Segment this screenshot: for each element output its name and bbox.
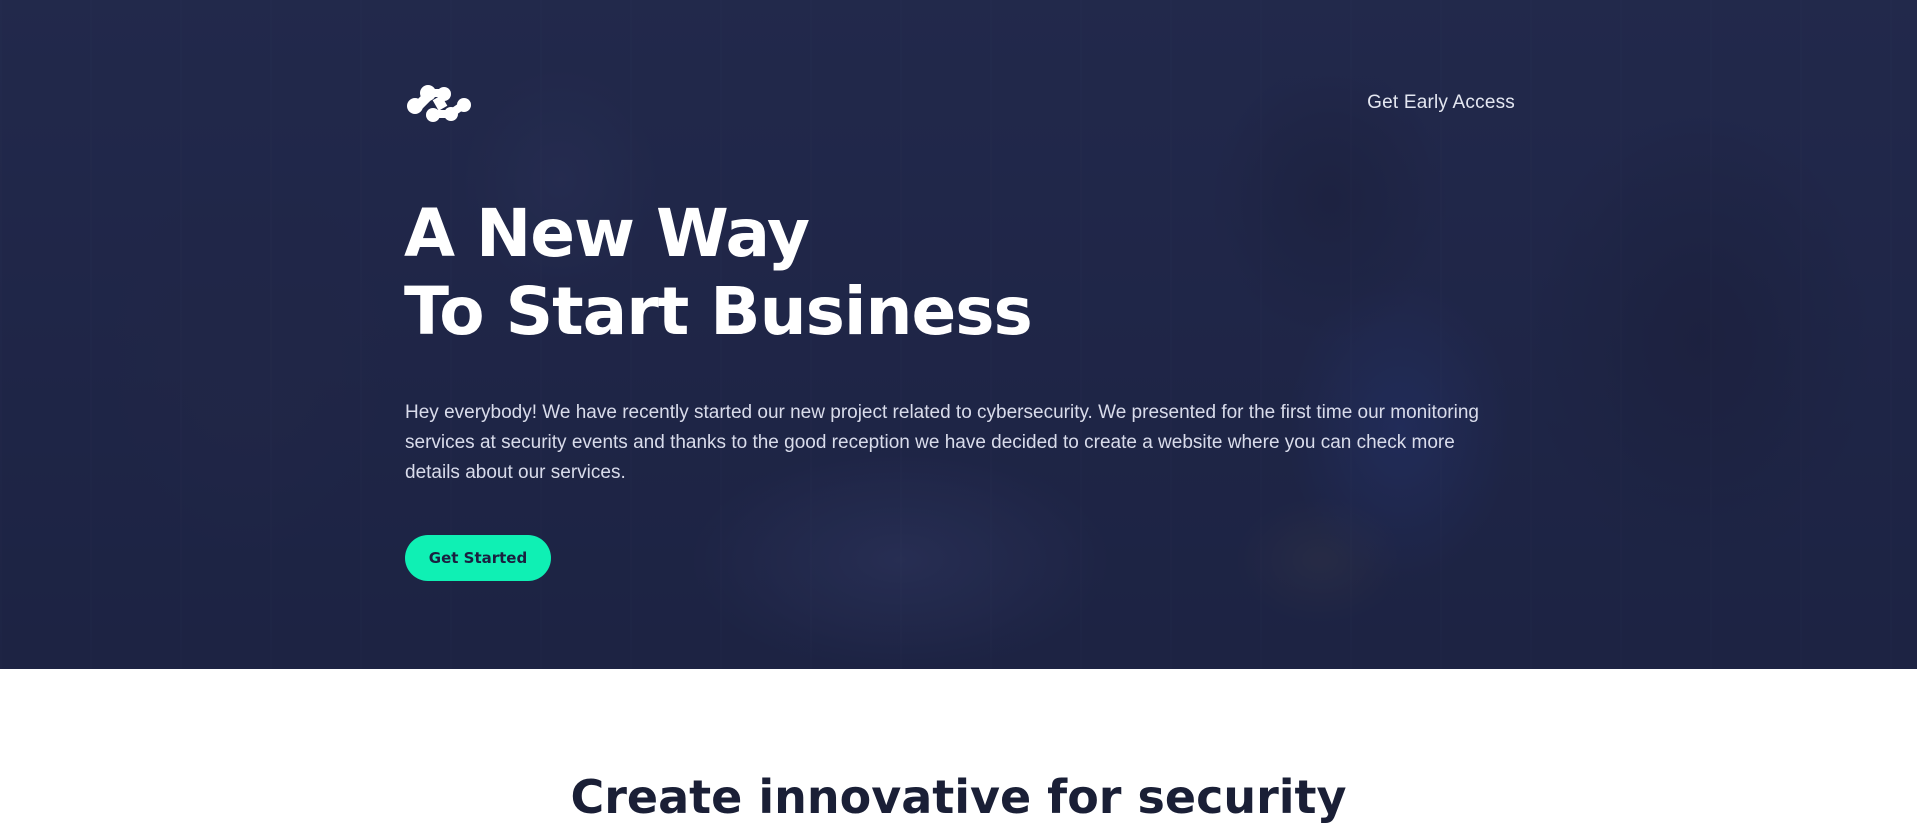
headline-line-2: To Start Business [404,273,1033,350]
molecule-logo-icon[interactable] [406,84,472,124]
headline-line-1: A New Way [404,195,810,272]
hero-section: Get Early Access A New Way To Start Busi… [0,0,1917,669]
get-early-access-link[interactable]: Get Early Access [1367,92,1515,114]
section-title: Create innovative for security [570,770,1347,824]
hero-description: Hey everybody! We have recently started … [405,402,1479,483]
get-started-button[interactable]: Get Started [405,535,551,581]
hero-headline: A New Way To Start Business [404,195,1033,351]
